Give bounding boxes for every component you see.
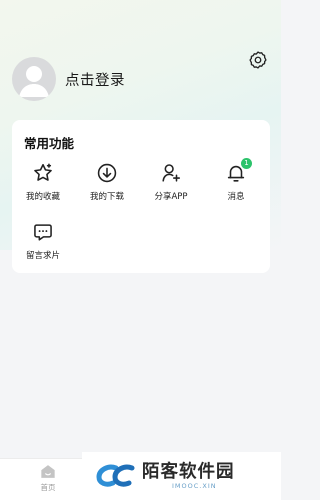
tab-home[interactable]: 首页: [28, 464, 68, 493]
request-movie-label: 留言求片: [25, 251, 60, 261]
common-functions-card: 常用功能 我的收藏 我的下载 分享APP 1 消息 留言求片: [12, 120, 270, 273]
comment-icon: [34, 224, 52, 241]
messages-button[interactable]: 1 消息: [205, 158, 267, 202]
default-avatar-icon: [19, 66, 49, 97]
download-icon: [97, 163, 117, 183]
star-icon: [34, 163, 52, 181]
home-icon: [41, 465, 55, 478]
watermark: 陌客软件园 IMOOC.XIN: [82, 452, 281, 500]
login-link[interactable]: 点击登录: [65, 69, 125, 90]
watermark-text: 陌客软件园: [142, 461, 235, 482]
messages-label: 消息: [227, 192, 245, 202]
downloads-button[interactable]: 我的下载: [76, 162, 138, 202]
message-count-badge: 1: [241, 158, 252, 169]
request-movie-button[interactable]: 留言求片: [12, 221, 74, 261]
watermark-logo-icon: [96, 464, 135, 487]
favorites-label: 我的收藏: [25, 192, 60, 202]
tab-home-label: 首页: [40, 483, 56, 492]
favorites-button[interactable]: 我的收藏: [12, 162, 74, 202]
login-area[interactable]: 点击登录: [12, 56, 125, 102]
share-app-label: 分享APP: [154, 192, 188, 202]
settings-button[interactable]: [248, 50, 268, 70]
avatar[interactable]: [12, 57, 56, 101]
watermark-domain: IMOOC.XIN: [172, 481, 217, 490]
add-user-icon: [162, 164, 181, 182]
downloads-label: 我的下载: [89, 192, 124, 202]
card-title: 常用功能: [24, 136, 75, 151]
gear-icon: [249, 51, 267, 69]
share-app-button[interactable]: 分享APP: [140, 162, 202, 202]
